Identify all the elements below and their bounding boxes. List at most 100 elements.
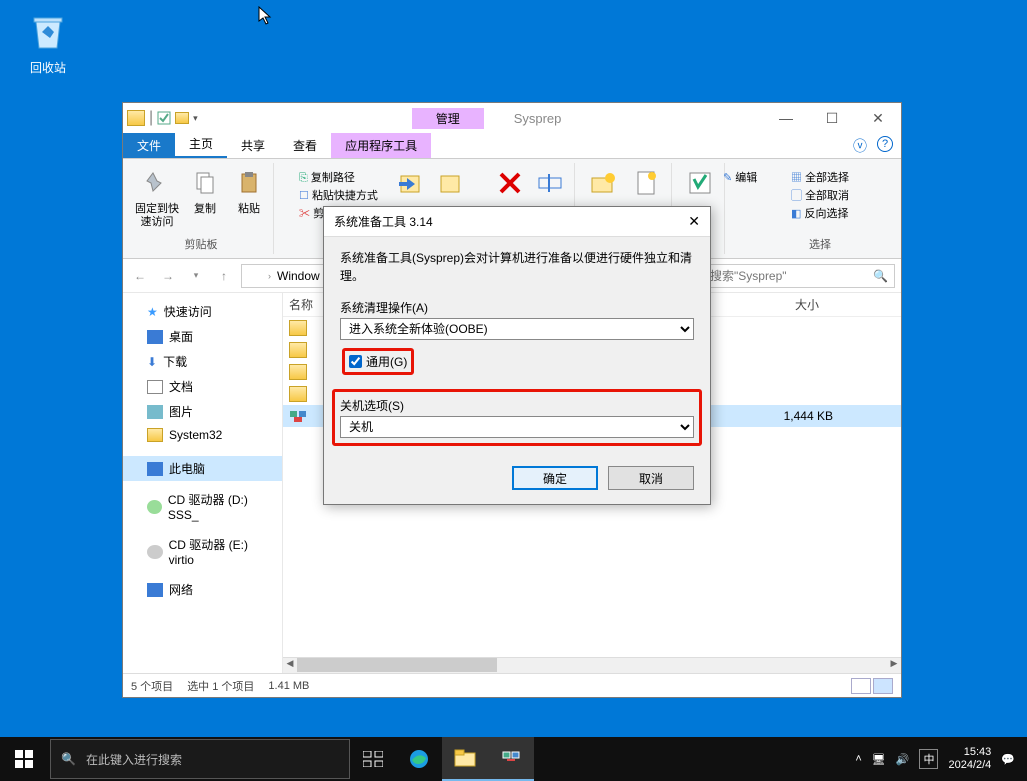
help-icon[interactable]: ? — [877, 136, 893, 152]
ok-button[interactable]: 确定 — [512, 466, 598, 490]
taskbar-edge[interactable] — [396, 737, 442, 781]
delete-button[interactable] — [492, 165, 528, 201]
task-view-button[interactable] — [350, 737, 396, 781]
sidebar-item-cd-e[interactable]: CD 驱动器 (E:) virtio — [123, 532, 282, 571]
checkbox-icon[interactable] — [157, 111, 171, 125]
taskbar-search[interactable]: 🔍 在此键入进行搜索 — [50, 739, 350, 779]
generalize-checkbox[interactable]: 通用(G) — [342, 348, 414, 375]
folder-icon — [454, 749, 476, 767]
recent-dropdown[interactable]: ▾ — [185, 265, 207, 287]
status-bar: 5 个项目 选中 1 个项目 1.41 MB — [123, 673, 901, 697]
forward-button[interactable]: → — [157, 265, 179, 287]
minimize-button[interactable]: — — [763, 103, 809, 133]
clock-time: 15:43 — [948, 746, 991, 759]
copyto-button[interactable] — [434, 165, 470, 201]
cleanup-select[interactable]: 进入系统全新体验(OOBE) — [340, 318, 694, 340]
folder-small-icon — [175, 112, 189, 124]
tab-home[interactable]: 主页 — [175, 131, 227, 158]
horizontal-scrollbar[interactable]: ◀ ▶ — [283, 657, 901, 673]
close-button[interactable]: ✕ — [855, 103, 901, 133]
sidebar-item-pictures[interactable]: 图片 — [123, 399, 282, 424]
newfolder-icon — [588, 168, 618, 198]
taskbar-explorer[interactable] — [442, 737, 488, 781]
tab-file[interactable]: 文件 — [123, 133, 175, 158]
shutdown-select[interactable]: 关机 — [340, 416, 694, 438]
back-button[interactable]: ← — [129, 265, 151, 287]
taskbar-clock[interactable]: 15:43 2024/2/4 — [948, 746, 991, 772]
tray-network-icon[interactable]: 🖥 — [872, 753, 886, 766]
recycle-bin-label: 回收站 — [18, 59, 78, 76]
tab-view[interactable]: 查看 — [279, 133, 331, 158]
windows-icon — [15, 750, 33, 768]
cancel-button[interactable]: 取消 — [608, 466, 694, 490]
sidebar-item-thispc[interactable]: 此电脑 — [123, 456, 282, 481]
dialog-description: 系统准备工具(Sysprep)会对计算机进行准备以便进行硬件独立和清理。 — [340, 249, 694, 285]
column-size[interactable]: 大小 — [779, 296, 819, 313]
ribbon-collapse-icon[interactable]: ⓥ — [853, 136, 867, 156]
properties-button[interactable] — [682, 165, 718, 201]
dialog-close-button[interactable]: ✕ — [688, 213, 700, 230]
search-icon: 🔍 — [61, 752, 76, 766]
recycle-bin-icon — [28, 12, 68, 52]
view-details-button[interactable] — [851, 678, 871, 694]
sidebar-item-desktop[interactable]: 桌面 — [123, 324, 282, 349]
copy-path-button[interactable]: ⎘ 复制路径 — [299, 169, 378, 185]
manage-context-tab[interactable]: 管理 — [412, 108, 484, 129]
clock-date: 2024/2/4 — [948, 759, 991, 772]
start-button[interactable] — [0, 737, 48, 781]
view-icons-button[interactable] — [873, 678, 893, 694]
paste-button[interactable]: 粘贴 — [231, 165, 267, 229]
folder-icon — [289, 342, 307, 358]
tray-ime[interactable]: 中 — [919, 749, 938, 769]
search-placeholder: 搜索"Sysprep" — [710, 267, 787, 284]
exe-icon — [289, 408, 307, 424]
shutdown-label: 关机选项(S) — [340, 397, 694, 414]
invert-selection-button[interactable]: ◧ 反向选择 — [791, 205, 849, 221]
pin-icon — [139, 169, 167, 197]
maximize-button[interactable]: ☐ — [809, 103, 855, 133]
newitem-button[interactable] — [629, 165, 665, 201]
copy-button[interactable]: 复制 — [187, 165, 223, 229]
breadcrumb[interactable]: Window — [277, 269, 320, 283]
edge-icon — [408, 748, 430, 770]
up-button[interactable]: ↑ — [213, 265, 235, 287]
rename-icon — [535, 168, 565, 198]
search-icon[interactable]: 🔍 — [873, 269, 888, 283]
select-all-button[interactable]: ▦ 全部选择 — [791, 169, 849, 185]
sidebar-item-cd-d[interactable]: CD 驱动器 (D:) SSS_ — [123, 487, 282, 526]
sysprep-dialog: 系统准备工具 3.14 ✕ 系统准备工具(Sysprep)会对计算机进行准备以便… — [323, 206, 711, 505]
tray-volume-icon[interactable]: 🔊 — [896, 753, 910, 766]
select-none-button[interactable]: ▢ 全部取消 — [791, 187, 849, 203]
copy-icon — [191, 169, 219, 197]
qat-divider: | — [149, 109, 153, 127]
qat-dropdown-icon[interactable]: ▾ — [193, 113, 198, 124]
select-group-label: 选择 — [809, 236, 831, 252]
clipboard-group-label: 剪贴板 — [185, 236, 218, 252]
sidebar-item-documents[interactable]: 文档 — [123, 374, 282, 399]
sidebar-item-downloads[interactable]: ⬇下载 — [123, 349, 282, 374]
sidebar-item-quick-access[interactable]: ★快速访问 — [123, 299, 282, 324]
moveto-button[interactable] — [394, 165, 430, 201]
notification-center-icon[interactable]: 💬 — [1001, 753, 1015, 766]
sidebar-item-network[interactable]: 网络 — [123, 577, 282, 602]
paste-icon — [235, 169, 263, 197]
generalize-checkbox-input[interactable] — [349, 355, 362, 368]
copyto-icon — [437, 168, 467, 198]
recycle-bin[interactable]: 回收站 — [18, 12, 78, 76]
sidebar-item-system32[interactable]: System32 — [123, 424, 282, 446]
tray-expand-icon[interactable]: ˄ — [855, 753, 861, 765]
tab-share[interactable]: 共享 — [227, 133, 279, 158]
pin-button[interactable]: 固定到快 速访问 — [135, 165, 179, 229]
tab-app-tools[interactable]: 应用程序工具 — [331, 133, 431, 158]
paste-shortcut-button[interactable]: ☐ 粘贴快捷方式 — [299, 187, 378, 203]
taskbar-sysprep[interactable] — [488, 737, 534, 781]
edit-button[interactable]: ✎ 编辑 — [723, 169, 757, 185]
newfolder-button[interactable] — [585, 165, 621, 201]
rename-button[interactable] — [532, 165, 568, 201]
search-input[interactable]: 搜索"Sysprep" 🔍 — [703, 264, 895, 288]
explorer-titlebar[interactable]: | ▾ 管理 Sysprep — ☐ ✕ — [123, 103, 901, 133]
taskbar-search-placeholder: 在此键入进行搜索 — [86, 751, 182, 768]
delete-icon — [495, 168, 525, 198]
dialog-title: 系统准备工具 3.14 — [334, 213, 433, 230]
folder-icon — [289, 386, 307, 402]
